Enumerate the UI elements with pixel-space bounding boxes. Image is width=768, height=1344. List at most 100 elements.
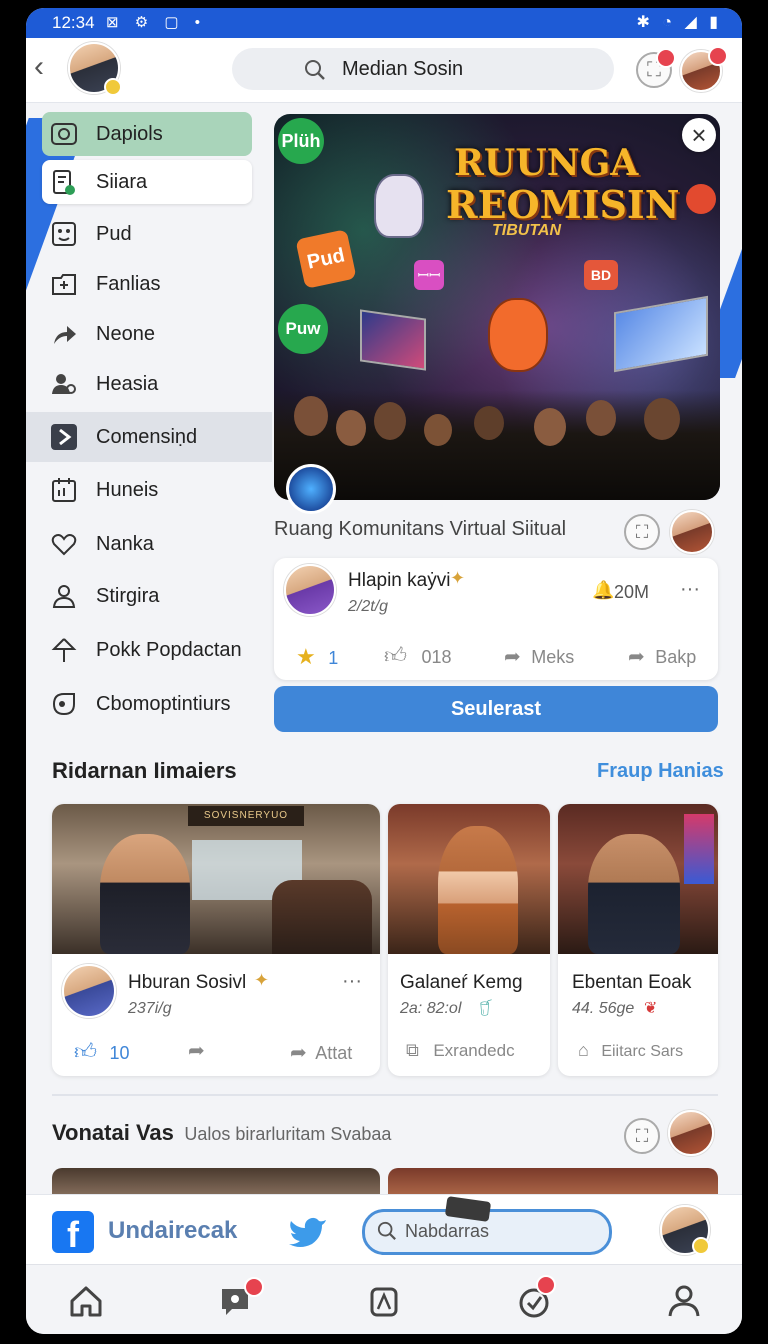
star-badge-icon: ✦ — [450, 568, 466, 588]
share-arrow-icon[interactable]: ➦ — [188, 1038, 205, 1063]
event-card[interactable]: Ebentan Eoak 44. 56ge ❦ ⌂ Eiitarc Sars — [558, 804, 718, 1076]
activity-icon[interactable]: ⛶ — [624, 514, 660, 550]
woman-photo — [438, 826, 518, 954]
crowd-head — [586, 400, 616, 436]
drink-icon: 🥤︎ — [476, 1000, 497, 1017]
facebook-logo-icon[interactable]: f — [52, 1211, 94, 1255]
crowd — [274, 390, 720, 500]
section-link[interactable]: Fraup Hanias — [597, 760, 724, 783]
divider — [52, 1094, 718, 1096]
sidebar-item-huneis[interactable]: Huneis — [42, 468, 252, 512]
event-card[interactable]: Galaneŕ Kemg 2a: 82:ol 🥤︎ ⧉ Exrandedc — [388, 804, 550, 1076]
reply-arrow-icon: ➦ — [628, 646, 645, 668]
post-author-avatar[interactable] — [284, 564, 336, 616]
sign-ao: ꟷꟷ — [414, 260, 444, 290]
expand-label: Exrandedc — [433, 1041, 515, 1060]
sidebar-item-pokk-popdactan[interactable]: Pokk Popdactan — [42, 628, 252, 672]
sidebar-item-dapiols[interactable]: Dapiols — [42, 112, 252, 156]
online-badge — [692, 1237, 710, 1255]
search-icon — [377, 1221, 396, 1240]
attach-button[interactable]: ➦ Attat — [290, 1040, 352, 1065]
man-photo — [588, 834, 680, 954]
person-photo — [100, 834, 190, 954]
community-avatar[interactable] — [286, 464, 336, 514]
event-card[interactable]: SOVISNERYUO Hburan Sosivl ✦ 237i/g ··· 👍… — [52, 804, 380, 1076]
card-title: Galaneŕ Kemg — [400, 972, 523, 993]
home-icon[interactable] — [66, 1281, 106, 1321]
heart-icon — [51, 534, 77, 556]
post-subtitle: 2/2t/g — [348, 598, 389, 615]
star-button[interactable]: ★ 1 — [296, 644, 338, 670]
event-photo — [558, 804, 718, 954]
sidebar-item-stirgira[interactable]: Stirgira — [42, 574, 252, 618]
share-button[interactable]: ➦ Meks — [504, 644, 574, 669]
star-count: 1 — [328, 648, 339, 668]
reply-arrow-icon: ➦ — [290, 1042, 307, 1064]
sidebar-item-neone[interactable]: Neone — [42, 312, 252, 356]
event-photo — [388, 804, 550, 954]
star-badge-icon: ✦ — [254, 970, 270, 990]
hero-title-line1: RUUNGA — [454, 142, 639, 184]
search-input[interactable]: Median Sosin — [232, 48, 614, 90]
card-subtitle: 237i/g — [128, 1000, 172, 1017]
sidebar-item-cbomoptintiurs[interactable]: Cbomoptintiurs — [42, 682, 252, 726]
attach-label: Attat — [315, 1043, 353, 1063]
sidebar-item-siiara[interactable]: Siiara — [42, 160, 252, 204]
thumbs-up-icon: 👍︎ — [384, 643, 407, 668]
venue-button[interactable]: ⌂ Eiitarc Sars — [578, 1040, 683, 1061]
create-icon[interactable] — [364, 1281, 404, 1321]
like-count: 10 — [109, 1043, 130, 1063]
activity-icon[interactable]: ⛶ — [624, 1118, 660, 1154]
bell-icon: 🔔 — [592, 580, 615, 600]
person-icon — [52, 585, 76, 608]
star-icon: ★ — [296, 644, 316, 669]
notification-dot — [656, 48, 676, 68]
event-photo: SOVISNERYUO — [52, 804, 380, 954]
post-count: 20M — [614, 582, 650, 602]
share-icon — [54, 326, 76, 344]
bottom-navigation — [26, 1264, 742, 1334]
document-icon — [53, 170, 75, 195]
chat-notification-dot — [244, 1277, 264, 1297]
like-button[interactable]: 👍︎ 10 — [74, 1038, 129, 1065]
back-arrow-icon[interactable]: ‹ — [34, 52, 44, 82]
section-friends-avatar[interactable] — [668, 1110, 714, 1156]
section-title: Ridarnan Iimaiers — [52, 758, 237, 783]
gift-icon: ❦ — [644, 1000, 658, 1017]
ball-right — [686, 184, 716, 214]
online-badge — [104, 78, 122, 96]
search-icon — [305, 60, 325, 80]
sign-pluh: Plüh — [278, 118, 324, 164]
twitter-bird-icon[interactable] — [288, 1215, 328, 1249]
hero-image[interactable]: Plüh RUUNGA REOMISIN TIBUTAN Pud Puw ꟷꟷ … — [274, 114, 720, 500]
venue-label: Eiitarc Sars — [601, 1043, 684, 1060]
crowd-head — [336, 410, 366, 446]
caption-friends-avatar[interactable] — [670, 510, 714, 554]
sidebar-item-nanka[interactable]: Nanka — [42, 522, 252, 566]
expand-icon: ⧉ — [406, 1040, 419, 1060]
sidebar-item-comensind[interactable]: Comensiṇd — [26, 412, 272, 462]
profile-icon[interactable] — [664, 1281, 704, 1321]
more-options-icon[interactable]: ··· — [680, 578, 700, 601]
hero-caption: Ruang Komunitans Virtual Siitual — [274, 518, 567, 540]
card-author-avatar[interactable] — [62, 964, 116, 1018]
tag-icon — [52, 693, 75, 716]
share-arrow-icon: ➦ — [504, 646, 521, 668]
more-options-icon[interactable]: ··· — [342, 970, 362, 993]
sidebar-item-heasia[interactable]: Heasia — [42, 362, 252, 406]
friends-notification-dot — [708, 46, 728, 66]
expand-button[interactable]: ⧉ Exrandedc — [406, 1040, 515, 1061]
crowd-head — [534, 408, 566, 446]
sidebar-item-pud[interactable]: Pud — [42, 212, 252, 256]
like-button[interactable]: 👍︎ 018 — [384, 642, 452, 669]
close-icon[interactable]: × — [682, 118, 716, 152]
screen — [684, 814, 714, 884]
post-author-name[interactable]: Hlapin kaẏvi — [348, 570, 450, 592]
cta-button[interactable]: Seulerast — [274, 686, 718, 732]
like-count: 018 — [421, 647, 452, 667]
app-label: Undairecak — [108, 1217, 238, 1244]
activity-notification-dot — [536, 1275, 556, 1295]
sidebar-item-fanlias[interactable]: Fanlias — [42, 262, 252, 306]
reply-button[interactable]: ➦ Bakp — [628, 644, 696, 669]
status-system-icons: ✱ ◔ ◢ ▮ — [636, 14, 722, 31]
